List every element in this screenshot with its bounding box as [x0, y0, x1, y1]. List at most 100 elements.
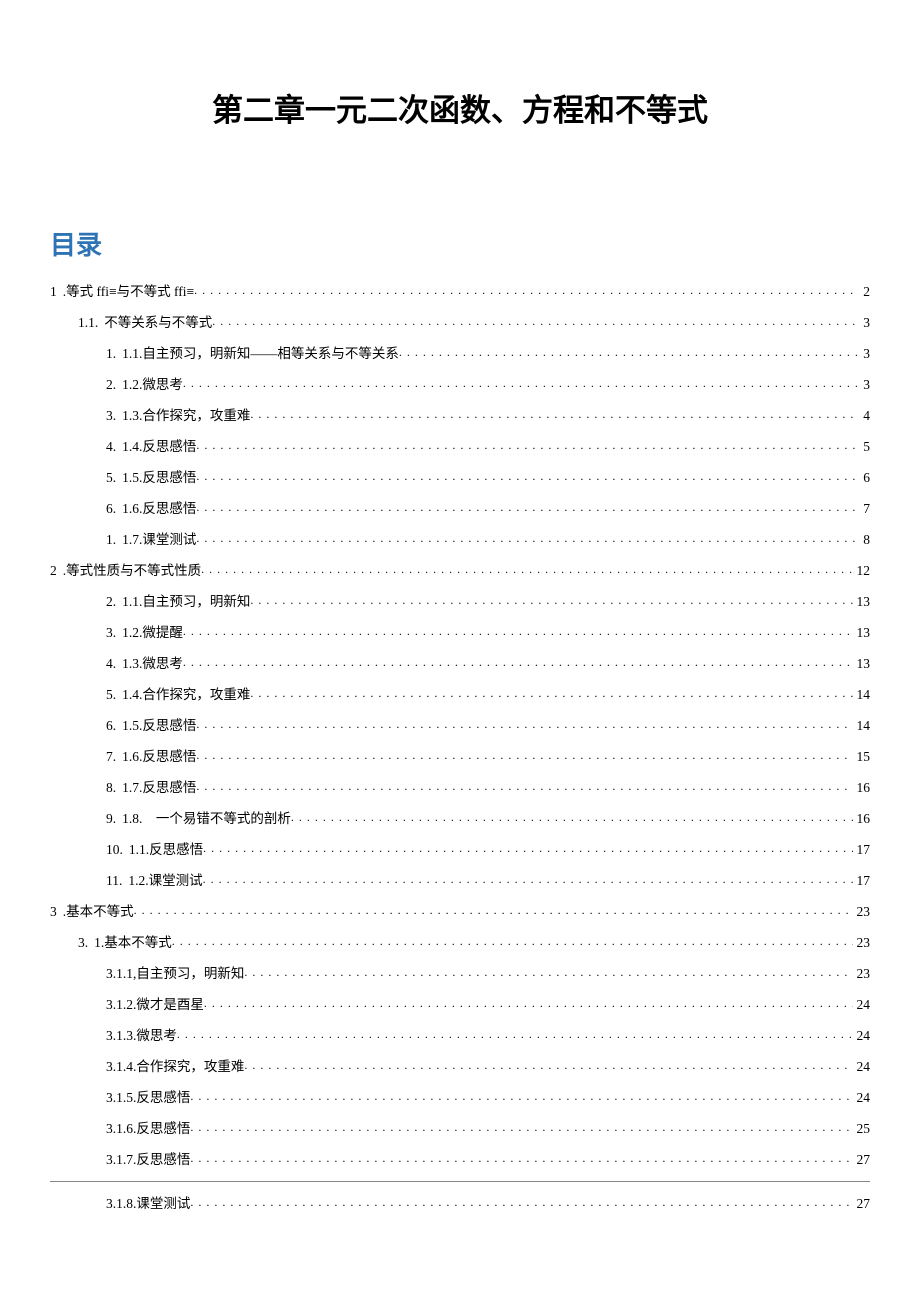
toc-page-number: 17 [853, 843, 871, 857]
toc-entry-text: 1.4.反思感悟 [122, 440, 196, 454]
toc-entry-lead: 9. [106, 812, 116, 826]
toc-entry-text: 3.1.3.微思考 [106, 1029, 177, 1043]
toc-page-number: 5 [859, 440, 870, 454]
toc-entry: 3.1.2.微才是酉星24 [50, 995, 870, 1011]
toc-entry: 5.1.5.反思感悟6 [50, 468, 870, 484]
toc-dots [196, 716, 852, 730]
toc-entry-text: 1.2.微提醒 [122, 626, 183, 640]
toc-entry-text: 1.3.微思考 [122, 657, 183, 671]
toc-page-number: 2 [859, 285, 870, 299]
toc-entry-lead: 3. [78, 936, 88, 950]
toc-entry-lead: 2. [106, 378, 116, 392]
toc-dots [134, 902, 853, 916]
toc-entry: 1. 1.1.自主预习，明新知——相等关系与不等关系 3 [50, 344, 870, 360]
toc-page-number: 27 [853, 1153, 871, 1167]
toc-dots [172, 933, 853, 947]
toc-entry-lead: 10. [106, 843, 123, 857]
toc-entry: 3.1.4.合作探究，攻重难 24 [50, 1057, 870, 1073]
toc-entry: 2 .等式性质与不等式性质 12 [50, 561, 870, 577]
toc-page-number: 15 [853, 750, 871, 764]
toc-dots [190, 1150, 852, 1164]
chapter-title: 第二章一元二次函数、方程和不等式 [50, 85, 870, 130]
toc-entry-lead: 1.1. [78, 316, 98, 330]
divider [50, 1181, 870, 1182]
toc-entry: 3.基本不等式23 [50, 902, 870, 918]
toc-entry-lead: 7. [106, 750, 116, 764]
toc-page-number: 17 [853, 874, 871, 888]
toc-entry-text: 不等关系与不等式 [104, 316, 212, 330]
toc-dots [183, 654, 853, 668]
toc-entry-text: 1.2.微思考 [122, 378, 183, 392]
toc-dots [250, 685, 852, 699]
toc-entry-lead: 3. [106, 626, 116, 640]
toc-dots [244, 1057, 852, 1071]
toc-entry: 3.1.1,自主预习，明新知23 [50, 964, 870, 980]
toc-entry-text: 1.7.课堂测试 [122, 533, 196, 547]
toc-page-number: 16 [853, 781, 871, 795]
toc-page-number: 24 [853, 1060, 871, 1074]
toc-entry-lead: 5. [106, 471, 116, 485]
toc-entry-text: 1.1.自主预习，明新知——相等关系与不等关系 [122, 347, 399, 361]
toc-entry: 3. 1.3.合作探究，攻重难 4 [50, 406, 870, 422]
toc-entry-lead: 1. [106, 347, 116, 361]
toc-page-number: 3 [859, 378, 870, 392]
toc-entry: 9.1.8. 一个易错不等式的剖析16 [50, 809, 870, 825]
toc-entry-lead: 2 [50, 564, 57, 578]
toc-entry-text: 1.6.反思感悟 [122, 750, 196, 764]
toc-dots [196, 530, 859, 544]
toc-entry-text: 1.基本不等式 [94, 936, 172, 950]
toc-entry-text: 3.1.8.课堂测试 [106, 1197, 190, 1211]
toc-entry-lead: 5. [106, 688, 116, 702]
toc-entry-text: 1.5.反思感悟 [122, 471, 196, 485]
toc-entry: 5.1.4.合作探究，攻重难14 [50, 685, 870, 701]
toc-entry-text: 1.3.合作探究，攻重难 [122, 409, 250, 423]
toc-entry: 1.1.不等关系与不等式3 [50, 313, 870, 329]
toc-entry: 3.1.7.反思感悟27 [50, 1150, 870, 1166]
toc-entry-lead: 2. [106, 595, 116, 609]
toc-entry-lead: 1 [50, 285, 57, 299]
toc-dots [203, 840, 852, 854]
toc-dots [190, 1194, 852, 1208]
toc-entry-lead: 4. [106, 440, 116, 454]
toc-dots [177, 1026, 853, 1040]
toc-dots [250, 592, 852, 606]
toc-entry-lead: 3. [106, 409, 116, 423]
toc-page-number: 13 [853, 657, 871, 671]
toc-page-number: 16 [853, 812, 871, 826]
toc-entry-text: 3.1.5.反思感悟 [106, 1091, 190, 1105]
toc-entry: 7. 1.6.反思感悟 15 [50, 747, 870, 763]
toc-entry: 4.1.3.微思考13 [50, 654, 870, 670]
toc-page-number: 3 [859, 347, 870, 361]
toc-dots [291, 809, 853, 823]
toc-entry-text: 1.1.自主预习，明新知 [122, 595, 250, 609]
toc-dots [190, 1088, 852, 1102]
toc-page-number: 25 [853, 1122, 871, 1136]
toc-page-number: 13 [853, 595, 871, 609]
toc-entry-text: .等式性质与不等式性质 [63, 564, 201, 578]
toc-page-number: 4 [859, 409, 870, 423]
toc-entry: 3.1.8.课堂测试27 [50, 1194, 870, 1210]
toc-dots [196, 747, 852, 761]
toc-dots [244, 964, 852, 978]
toc-page-number: 24 [853, 1029, 871, 1043]
toc-page-number: 7 [859, 502, 870, 516]
toc-entry-text: 3.1.6.反思感悟 [106, 1122, 190, 1136]
toc-entry-lead: 3 [50, 905, 57, 919]
toc-dots [212, 313, 859, 327]
toc-entry-text: 3.1.4.合作探究，攻重难 [106, 1060, 244, 1074]
toc-dots [204, 995, 853, 1009]
toc-dots [201, 561, 852, 575]
toc-page-number: 8 [859, 533, 870, 547]
toc-dots [399, 344, 859, 358]
toc-page-number: 23 [853, 967, 871, 981]
toc-entry: 3.1.6.反思感悟 25 [50, 1119, 870, 1135]
toc-dots [250, 406, 859, 420]
toc-entry-lead: 6. [106, 719, 116, 733]
toc-entry: 6.1.5.反思感悟14 [50, 716, 870, 732]
toc-dots [196, 468, 859, 482]
toc-entry: 3.1.2.微提醒13 [50, 623, 870, 639]
toc-dots [183, 623, 853, 637]
toc-page-number: 12 [853, 564, 871, 578]
toc-entry: 3.1.3.微思考 24 [50, 1026, 870, 1042]
toc-dots [196, 778, 852, 792]
